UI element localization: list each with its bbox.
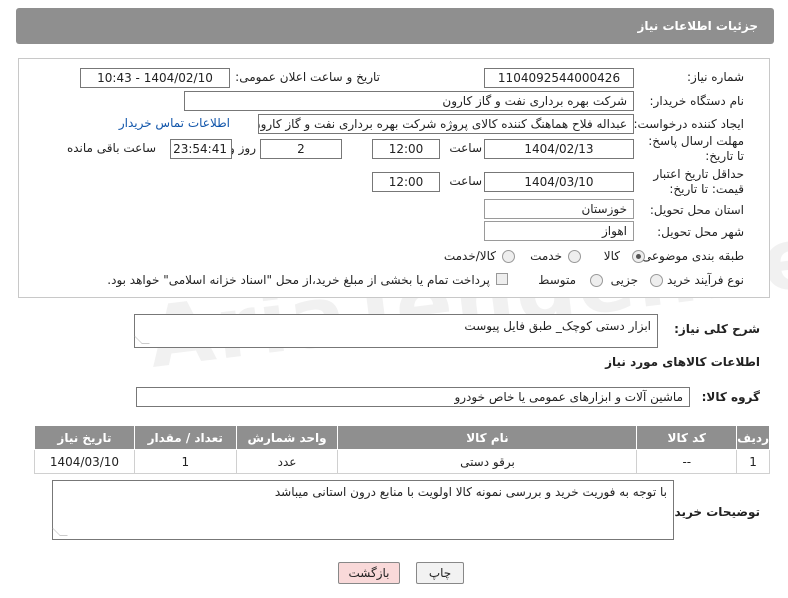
city-label: شهر محل تحویل: — [657, 225, 744, 239]
process-medium-radio[interactable] — [590, 274, 603, 287]
cell-unit: عدد — [235, 449, 339, 474]
description-label: شرح کلی نیاز: — [674, 322, 760, 336]
goods-section-title: اطلاعات کالاهای مورد نیاز — [605, 355, 760, 369]
cell-need-date: 1404/03/10 — [34, 449, 135, 474]
buyer-org-field: شرکت بهره برداری نفت و گاز کارون — [184, 91, 634, 111]
cell-item-name: برقو دستی — [337, 449, 638, 474]
creator-label: ایجاد کننده درخواست: — [633, 117, 744, 131]
col-unit: واحد شمارش — [235, 425, 339, 450]
category-both-radio[interactable] — [502, 250, 515, 263]
deadline-time-label: ساعت — [449, 141, 482, 155]
description-textarea: ابزار دستی کوچک_ طبق فایل پیوست — [134, 314, 658, 348]
cell-quantity: 1 — [133, 449, 237, 474]
validity-time-field: 12:00 — [372, 172, 440, 192]
print-button[interactable]: چاپ — [416, 562, 464, 584]
back-button[interactable]: بازگشت — [338, 562, 400, 584]
process-minor-radio[interactable] — [650, 274, 663, 287]
category-label: طبقه بندی موضوعی: — [637, 249, 744, 263]
buyer-notes-textarea: با توجه به فوریت خرید و بررسی نمونه کالا… — [52, 480, 674, 540]
table-row: 1 -- برقو دستی عدد 1 1404/03/10 — [34, 449, 770, 474]
deadline-label: مهلت ارسال پاسخ: تا تاریخ: — [648, 134, 744, 163]
need-number-field: 1104092544000426 — [484, 68, 634, 88]
validity-label: حداقل تاریخ اعتبار قیمت: تا تاریخ: — [653, 167, 744, 196]
col-need-date: تاریخ نیاز — [34, 425, 135, 450]
category-service-radio[interactable] — [568, 250, 581, 263]
province-field: خوزستان — [484, 199, 634, 219]
process-label: نوع فرآیند خرید : — [659, 273, 744, 287]
category-both-label: کالا/خدمت — [443, 249, 496, 263]
treasury-payment-note: پرداخت تمام یا بخشی از مبلغ خرید،از محل … — [107, 273, 490, 287]
page-title: جزئیات اطلاعات نیاز — [16, 8, 774, 44]
treasury-payment-checkbox[interactable] — [496, 273, 508, 285]
announce-field: 1404/02/10 - 10:43 — [80, 68, 230, 88]
cell-item-code: -- — [636, 449, 738, 474]
buyer-org-label: نام دستگاه خریدار: — [649, 94, 745, 108]
col-item-code: کد کالا — [636, 425, 738, 450]
days-label: روز و — [229, 141, 256, 155]
remaining-label: ساعت باقی مانده — [66, 141, 156, 155]
contact-info-link[interactable]: اطلاعات تماس خریدار — [119, 116, 230, 130]
validity-time-label: ساعت — [449, 174, 482, 188]
creator-field: عبداله فلاح هماهنگ کننده کالای پروژه شرک… — [258, 114, 634, 134]
process-minor-label: جزیی — [610, 273, 638, 287]
need-number-label: شماره نیاز: — [687, 70, 744, 84]
items-table: ردیف کد کالا نام کالا واحد شمارش تعداد /… — [34, 425, 770, 474]
category-goods-label: کالا — [603, 249, 620, 263]
days-field: 2 — [260, 139, 342, 159]
col-item-name: نام کالا — [337, 425, 638, 450]
table-header-row: ردیف کد کالا نام کالا واحد شمارش تعداد /… — [34, 425, 770, 450]
category-goods-radio[interactable] — [632, 250, 645, 263]
col-quantity: تعداد / مقدار — [133, 425, 237, 450]
province-label: استان محل تحویل: — [649, 203, 744, 217]
cell-row-number: 1 — [736, 449, 770, 474]
remaining-time-field: 23:54:41 — [170, 139, 232, 159]
deadline-time-field: 12:00 — [372, 139, 440, 159]
process-medium-label: متوسط — [538, 273, 576, 287]
goods-group-field: ماشین آلات و ابزارهای عمومی یا خاص خودرو — [136, 387, 690, 407]
col-row-number: ردیف — [736, 425, 770, 450]
announce-label: تاریخ و ساعت اعلان عمومی: — [235, 70, 380, 84]
city-field: اهواز — [484, 221, 634, 241]
goods-group-label: گروه کالا: — [701, 390, 760, 404]
validity-date-field: 1404/03/10 — [484, 172, 634, 192]
category-service-label: خدمت — [530, 249, 562, 263]
deadline-date-field: 1404/02/13 — [484, 139, 634, 159]
